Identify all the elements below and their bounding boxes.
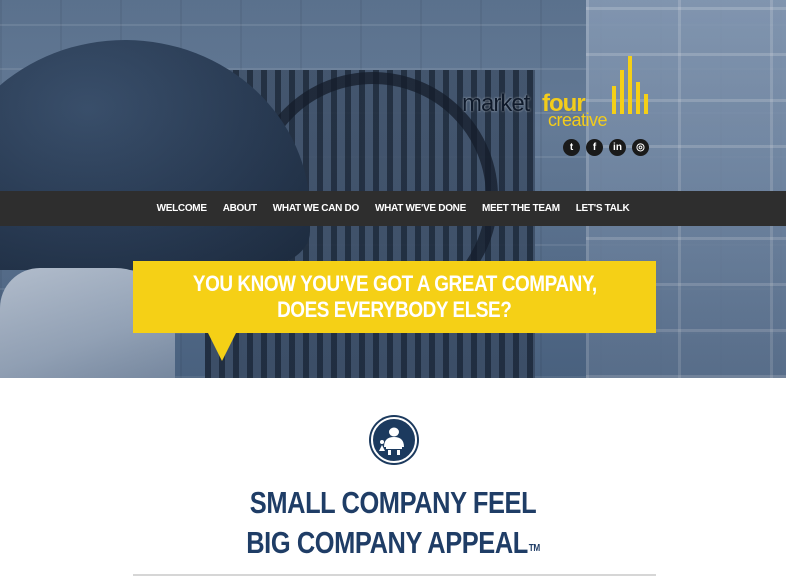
site-logo[interactable]: market four creative <box>462 56 652 132</box>
main-nav: WELCOME ABOUT WHAT WE CAN DO WHAT WE'VE … <box>0 191 786 226</box>
social-links: t f in ◎ <box>563 139 649 156</box>
headline-line-2-text: BIG COMPANY APPEAL <box>246 525 528 560</box>
instagram-icon[interactable]: ◎ <box>632 139 649 156</box>
trademark-symbol: TM <box>528 543 540 554</box>
headline-line-2: BIG COMPANY APPEALTM <box>71 523 716 563</box>
company-people-icon <box>371 417 417 463</box>
nav-item-welcome[interactable]: WELCOME <box>149 203 215 214</box>
callout-line-1: YOU KNOW YOU'VE GOT A GREAT COMPANY, <box>192 271 597 296</box>
logo-equalizer-bars-icon <box>612 56 648 114</box>
headline-line-1: SMALL COMPANY FEEL <box>249 485 537 520</box>
linkedin-icon[interactable]: in <box>609 139 626 156</box>
section-divider <box>133 574 656 576</box>
nav-item-meet-the-team[interactable]: MEET THE TEAM <box>474 203 568 214</box>
facebook-icon[interactable]: f <box>586 139 603 156</box>
hero-callout: YOU KNOW YOU'VE GOT A GREAT COMPANY, DOE… <box>133 261 656 333</box>
logo-word-creative: creative <box>548 110 608 130</box>
nav-item-lets-talk[interactable]: LET'S TALK <box>568 203 638 214</box>
callout-tail <box>208 333 236 361</box>
nav-item-what-we-can-do[interactable]: WHAT WE CAN DO <box>265 203 367 214</box>
small-big-company-icon <box>369 415 419 465</box>
nav-items: WELCOME ABOUT WHAT WE CAN DO WHAT WE'VE … <box>149 203 638 214</box>
nav-item-about[interactable]: ABOUT <box>215 203 265 214</box>
logo-word-market: market <box>462 90 530 117</box>
section-headline: SMALL COMPANY FEEL BIG COMPANY APPEALTM <box>0 483 786 563</box>
nav-item-what-weve-done[interactable]: WHAT WE'VE DONE <box>367 203 474 214</box>
twitter-icon[interactable]: t <box>563 139 580 156</box>
callout-line-2: DOES EVERYBODY ELSE? <box>277 297 512 322</box>
